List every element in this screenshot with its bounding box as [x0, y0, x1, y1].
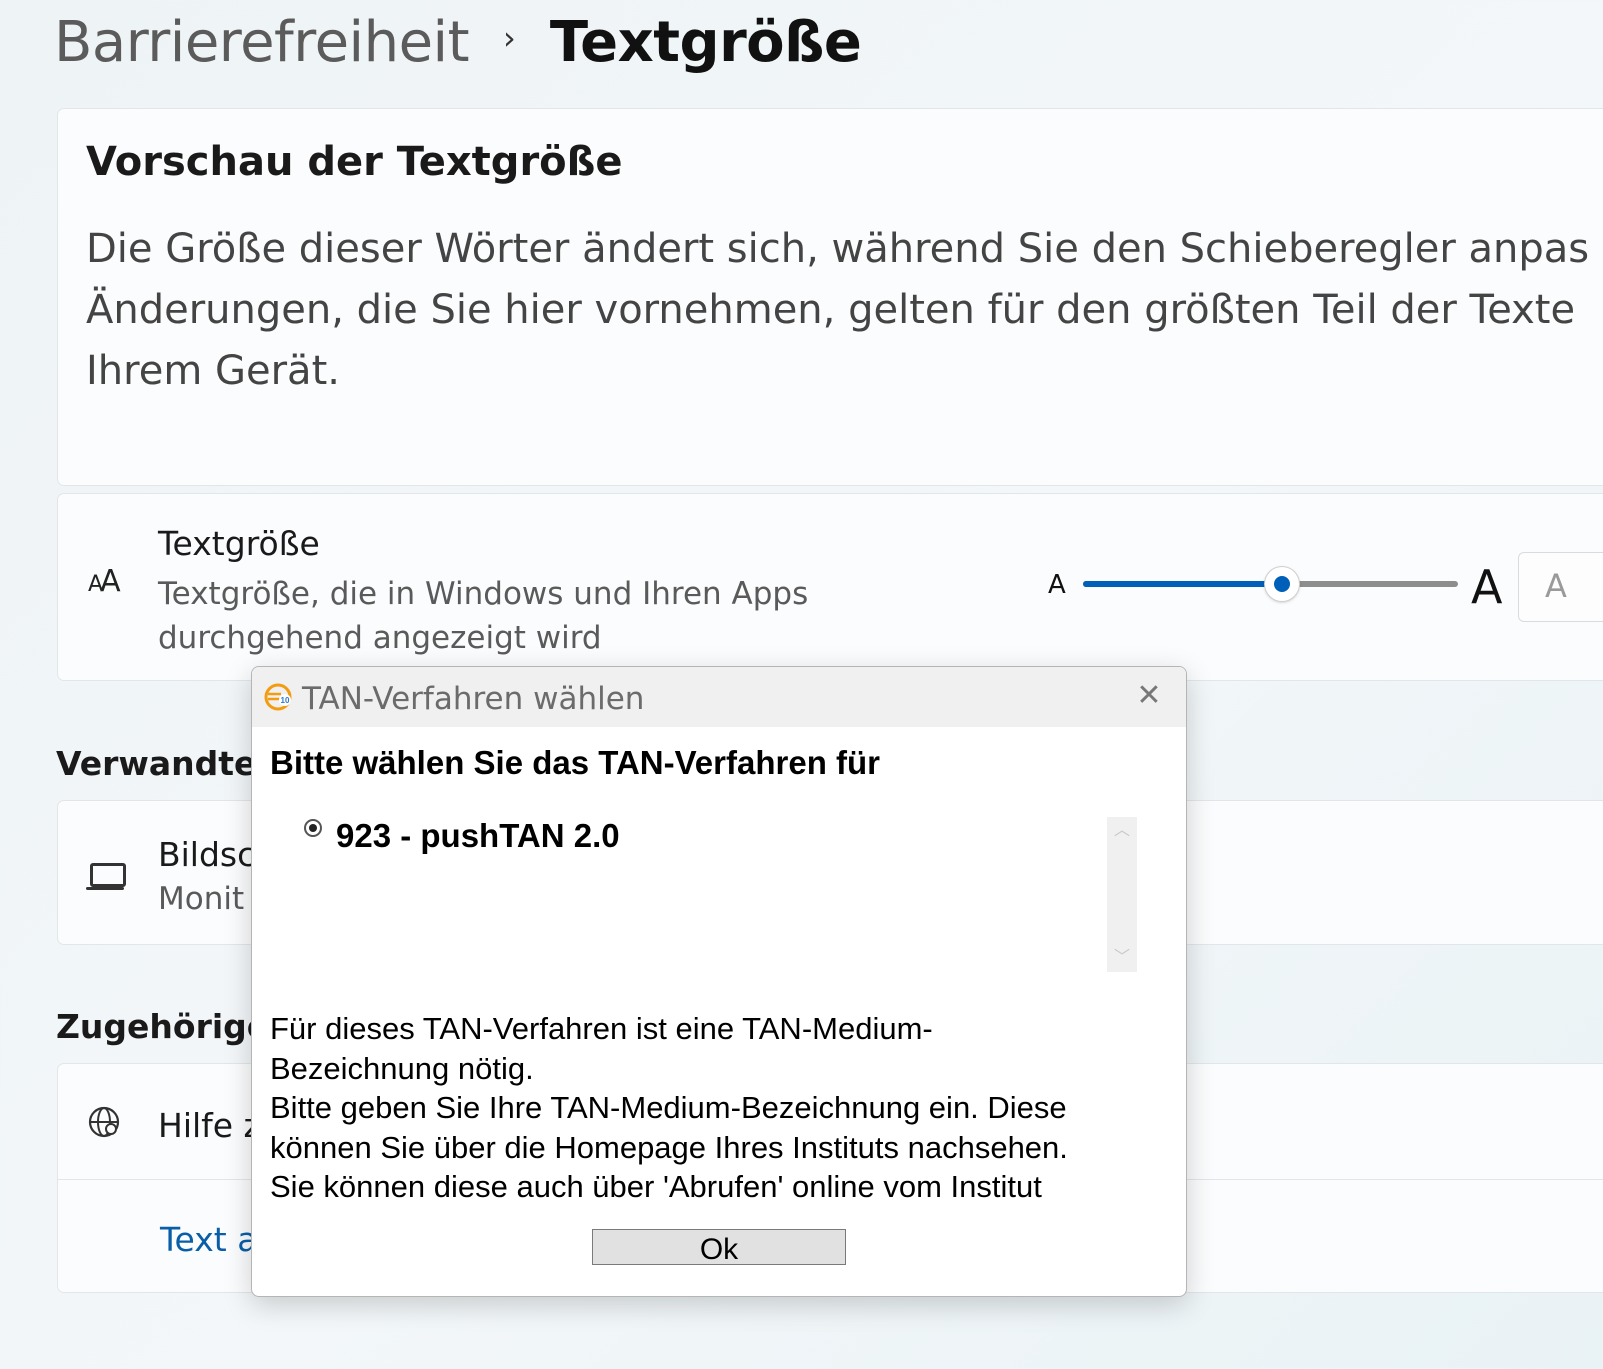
- text-size-title: Textgröße: [158, 524, 320, 563]
- svg-text:10: 10: [281, 696, 290, 705]
- breadcrumb-parent[interactable]: Barrierefreiheit: [54, 10, 470, 75]
- preview-card: Vorschau der Textgröße Die Größe dieser …: [57, 108, 1603, 486]
- slider-fill: [1083, 581, 1282, 587]
- dialog-info-text: Für dieses TAN-Verfahren ist eine TAN-Me…: [270, 1011, 1068, 1199]
- preview-text: Die Größe dieser Wörter ändert sich, wäh…: [86, 226, 1590, 394]
- tan-method-option[interactable]: 923 - pushTAN 2.0: [304, 817, 620, 855]
- ok-button[interactable]: Ok: [592, 1229, 846, 1266]
- breadcrumb: Barrierefreiheit › Textgröße: [54, 2, 862, 82]
- laptop-icon: [86, 863, 126, 890]
- related-support-heading: Zugehörige: [56, 1007, 270, 1046]
- close-icon[interactable]: ✕: [1136, 681, 1162, 711]
- tan-method-dialog: 10 TAN-Verfahren wählen ✕ Bitte wählen S…: [251, 666, 1187, 1297]
- chevron-right-icon: ›: [503, 19, 516, 57]
- euro-icon: 10: [264, 683, 292, 711]
- text-size-icon: AA: [88, 564, 121, 599]
- text-size-card: AA Textgröße Textgröße, die in Windows u…: [57, 493, 1603, 681]
- related-item-subtitle: Monit: [158, 881, 245, 917]
- page-title: Textgröße: [549, 9, 862, 75]
- text-size-slider[interactable]: [1083, 567, 1458, 601]
- apply-button[interactable]: A: [1518, 552, 1603, 622]
- tan-method-label: 923 - pushTAN 2.0: [336, 817, 620, 854]
- chevron-down-icon[interactable]: ﹀: [1114, 950, 1130, 966]
- help-link[interactable]: Text a: [160, 1220, 257, 1259]
- help-item-title[interactable]: Hilfe z: [158, 1106, 261, 1145]
- dialog-title: TAN-Verfahren wählen: [302, 681, 645, 717]
- slider-max-label: A: [1471, 560, 1503, 614]
- tan-method-list[interactable]: 923 - pushTAN 2.0 ︿ ﹀: [292, 817, 1137, 975]
- slider-min-label: A: [1048, 570, 1066, 600]
- dialog-prompt: Bitte wählen Sie das TAN-Verfahren für N…: [270, 744, 881, 793]
- radio-button-selected[interactable]: [304, 819, 322, 837]
- preview-title: Vorschau der Textgröße: [86, 139, 623, 185]
- dialog-prompt-area: Bitte wählen Sie das TAN-Verfahren für N…: [270, 741, 1150, 793]
- list-scrollbar[interactable]: ︿ ﹀: [1107, 817, 1137, 972]
- dialog-info-area: Für dieses TAN-Verfahren ist eine TAN-Me…: [270, 1009, 1170, 1199]
- related-item-title: Bildsc: [158, 835, 256, 874]
- dialog-titlebar[interactable]: 10 TAN-Verfahren wählen ✕: [252, 667, 1186, 727]
- chevron-up-icon[interactable]: ︿: [1114, 823, 1130, 839]
- slider-thumb[interactable]: [1264, 567, 1299, 601]
- text-size-description: Textgröße, die in Windows und Ihren Apps…: [158, 576, 809, 656]
- globe-icon: [88, 1106, 120, 1138]
